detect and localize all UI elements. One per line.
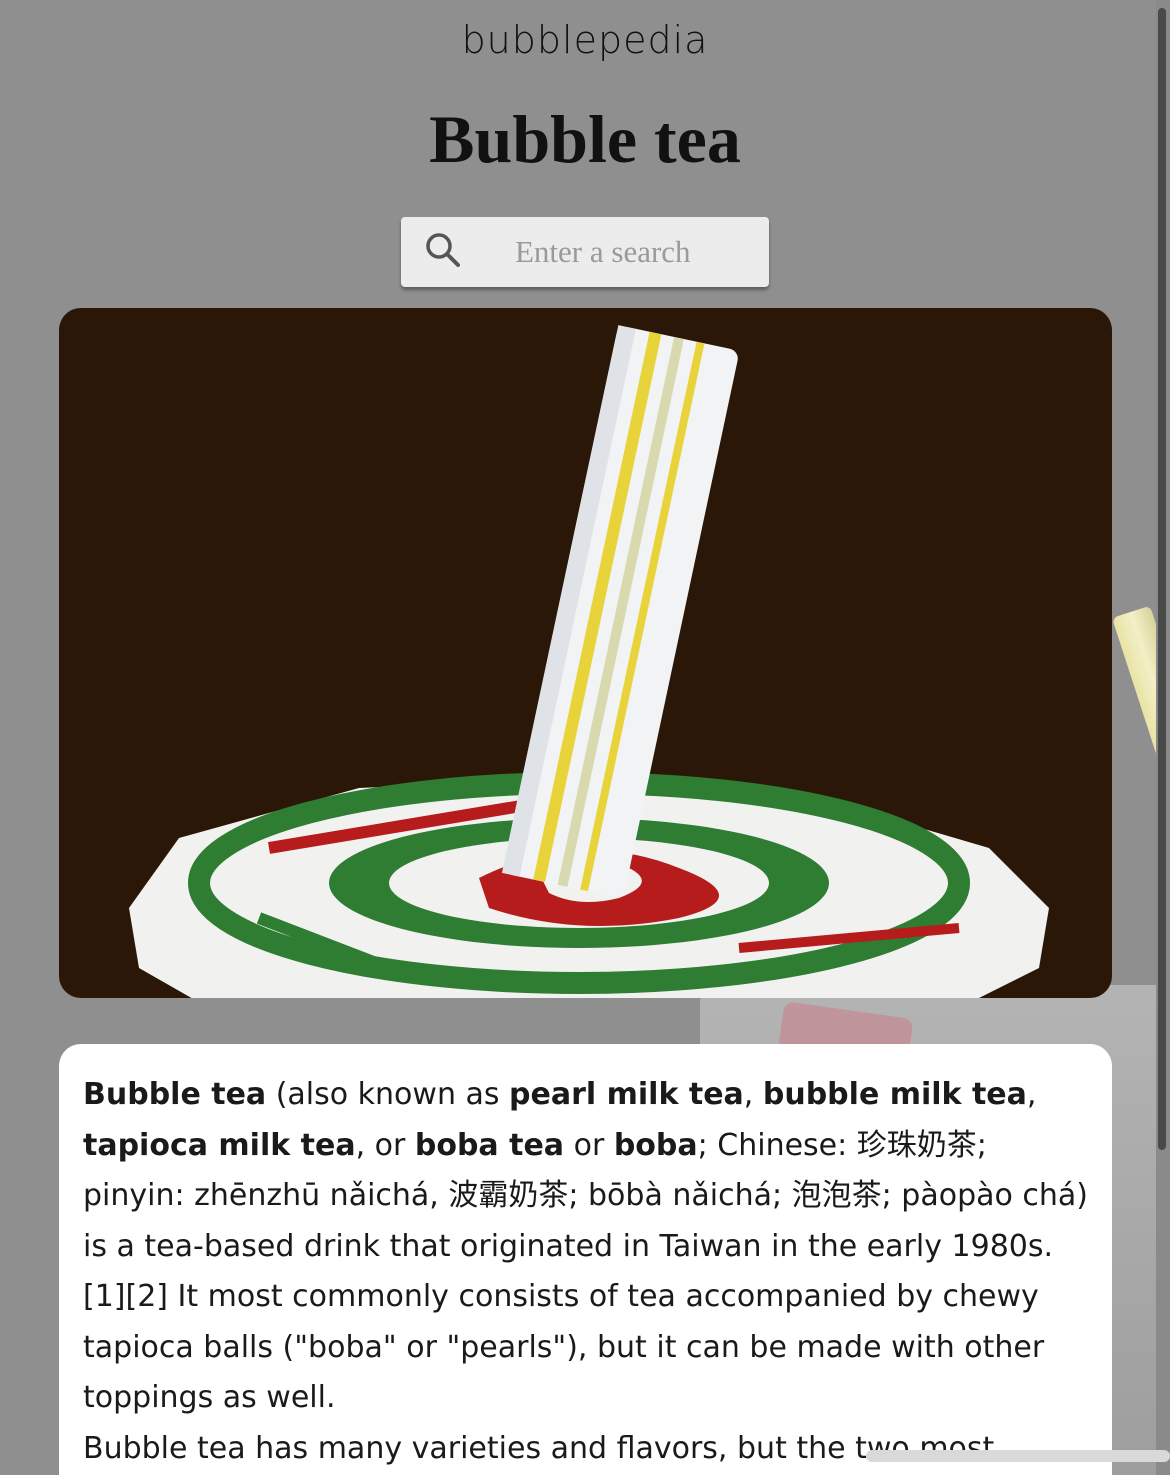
search-icon[interactable]	[401, 230, 463, 274]
site-logo[interactable]: bubblepedia	[0, 18, 1170, 62]
search-bar[interactable]	[401, 217, 769, 287]
bold-term: tapioca milk tea	[83, 1127, 356, 1163]
article-paragraph-intro: Bubble tea (also known as pearl milk tea…	[83, 1070, 1088, 1424]
bold-term: pearl milk tea	[509, 1077, 744, 1112]
text-span: (also known as	[266, 1077, 510, 1112]
text-span: ,	[1026, 1077, 1037, 1112]
hero-image	[59, 308, 1112, 998]
article-body: Bubble tea (also known as pearl milk tea…	[59, 1044, 1112, 1475]
text-span: or	[564, 1127, 614, 1163]
article-paragraph-varieties: Bubble tea has many varieties and flavor…	[83, 1430, 995, 1466]
page-title: Bubble tea	[429, 101, 741, 177]
bold-term: bubble milk tea	[762, 1077, 1027, 1112]
bold-term: Bubble tea	[83, 1077, 267, 1112]
text-span: ; Chinese: 珍珠奶茶; pinyin: zhēnzhū nǎichá,…	[83, 1127, 1088, 1416]
text-span: ,	[743, 1077, 763, 1112]
text-span: , or	[355, 1127, 415, 1163]
bold-term: boba tea	[414, 1127, 565, 1163]
bold-term: boba	[613, 1127, 698, 1163]
horizontal-scrollbar-thumb[interactable]	[866, 1450, 1170, 1462]
vertical-scrollbar-thumb[interactable]	[1158, 8, 1166, 1150]
search-input[interactable]	[515, 234, 755, 270]
